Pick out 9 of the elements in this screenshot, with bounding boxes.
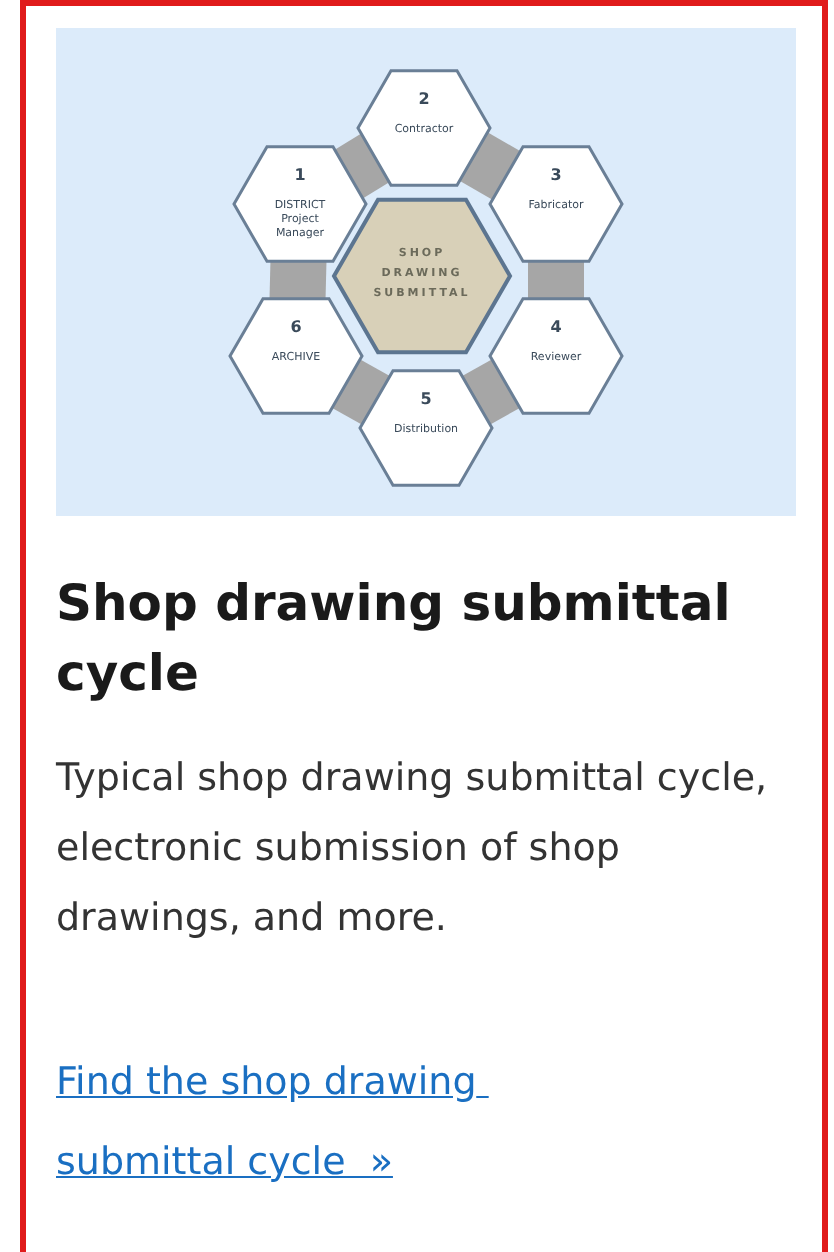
step-number: 4 — [550, 318, 562, 336]
card-description: Typical shop drawing submittal cycle, electronic submission of shop drawings, and more. — [56, 754, 770, 944]
card-link[interactable]: Find the shop drawing submittal cycle » — [56, 1042, 656, 1202]
card-title: Shop drawing submittal cycle — [56, 572, 733, 706]
step-number: 5 — [420, 390, 432, 408]
step-number: 2 — [418, 90, 430, 108]
step-number: 6 — [290, 318, 302, 336]
step-number: 3 — [550, 166, 562, 184]
step-number: 1 — [294, 166, 306, 184]
